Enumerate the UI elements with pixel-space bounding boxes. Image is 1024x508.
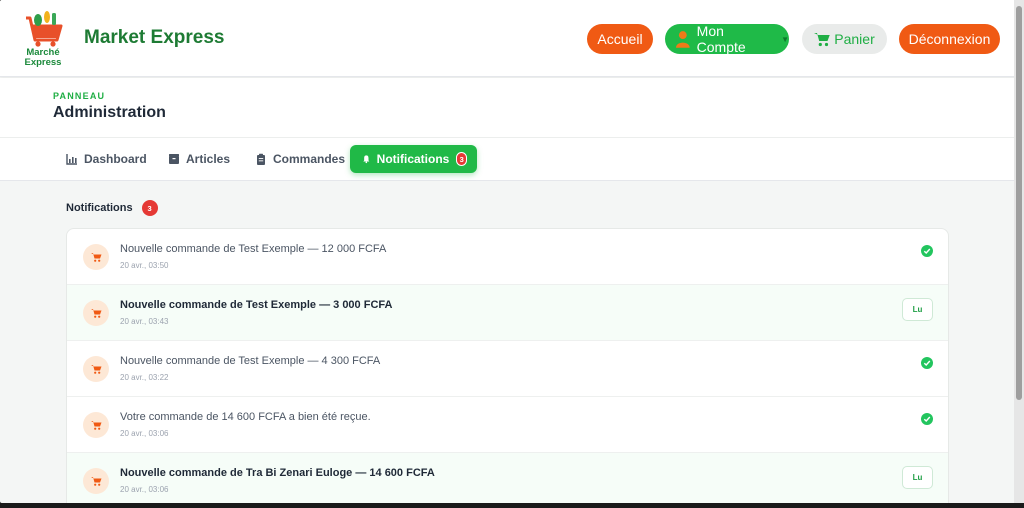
tab-notifications[interactable]: Notifications 3 — [350, 145, 477, 173]
cart-icon — [83, 468, 109, 494]
notification-item[interactable]: Nouvelle commande de Tra Bi Zenari Eulog… — [67, 453, 948, 503]
notification-message: Nouvelle commande de Test Exemple — 4 30… — [120, 355, 381, 367]
brand-name[interactable]: Market Express — [84, 27, 224, 49]
notification-message: Nouvelle commande de Tra Bi Zenari Eulog… — [120, 467, 435, 479]
notification-time: 20 avr., 03:06 — [120, 485, 169, 494]
notification-message: Nouvelle commande de Test Exemple — 3 00… — [120, 299, 393, 311]
tab-articles[interactable]: Articles — [158, 145, 240, 173]
deconnexion-button[interactable]: Déconnexion — [899, 24, 1000, 54]
mark-read-button[interactable]: Lu — [902, 466, 933, 489]
tab-commandes[interactable]: Commandes — [245, 145, 355, 173]
cart-icon — [83, 244, 109, 270]
scrollbar-thumb[interactable] — [1016, 6, 1022, 400]
tab-articles-label: Articles — [186, 152, 231, 166]
accueil-label: Accueil — [597, 31, 643, 47]
logo-text: Marché Express — [18, 48, 68, 68]
admin-tabs: Dashboard Articles Commandes Notificatio… — [0, 138, 1018, 181]
panier-button[interactable]: Panier — [802, 24, 887, 54]
notification-list: Nouvelle commande de Test Exemple — 12 0… — [66, 228, 949, 503]
notification-time: 20 avr., 03:22 — [120, 373, 169, 382]
section-count-badge: 3 — [141, 200, 158, 216]
cart-icon — [83, 356, 109, 382]
chart-icon — [66, 154, 77, 165]
logo-text-line2: Express — [24, 57, 62, 68]
notifications-section-title: Notifications 3 — [66, 200, 158, 216]
notification-message: Votre commande de 14 600 FCFA a bien été… — [120, 411, 371, 423]
chevron-down-icon: ▼ — [781, 34, 789, 44]
page-title: Administration — [53, 104, 166, 121]
tab-dashboard[interactable]: Dashboard — [56, 145, 157, 173]
cart-icon — [814, 32, 830, 46]
app-window: Marché Express Market Express Accueil Mo… — [0, 0, 1018, 503]
panel-header: PANNEAU Administration — [0, 78, 1018, 138]
notification-item[interactable]: Votre commande de 14 600 FCFA a bien été… — [67, 397, 948, 453]
window-bottom-edge — [0, 503, 1024, 508]
check-circle-icon — [921, 413, 933, 425]
panel-kicker: PANNEAU — [53, 91, 106, 101]
notification-time: 20 avr., 03:50 — [120, 261, 169, 270]
cart-icon — [83, 300, 109, 326]
tab-notifications-label: Notifications — [376, 152, 450, 166]
mon-compte-label: Mon Compte — [696, 23, 746, 55]
cart-icon — [83, 412, 109, 438]
notification-message: Nouvelle commande de Test Exemple — 12 0… — [120, 243, 387, 255]
notification-time: 20 avr., 03:43 — [120, 317, 169, 326]
accueil-button[interactable]: Accueil — [587, 24, 653, 54]
notification-time: 20 avr., 03:06 — [120, 429, 169, 438]
section-title-label: Notifications — [66, 202, 133, 214]
notification-item[interactable]: Nouvelle commande de Test Exemple — 12 0… — [67, 229, 948, 285]
notification-item[interactable]: Nouvelle commande de Test Exemple — 3 00… — [67, 285, 948, 341]
clipboard-icon — [257, 153, 265, 165]
box-icon — [169, 154, 179, 164]
bell-icon — [363, 155, 370, 164]
tab-dashboard-label: Dashboard — [84, 152, 147, 166]
top-header: Marché Express Market Express Accueil Mo… — [0, 0, 1018, 77]
mon-compte-button[interactable]: Mon Compte ▼ — [665, 23, 789, 55]
tab-commandes-label: Commandes — [273, 152, 346, 166]
mark-read-button[interactable]: Lu — [902, 298, 933, 321]
notification-count-badge: 3 — [456, 152, 467, 166]
panier-label: Panier — [834, 31, 875, 47]
user-icon — [675, 31, 690, 48]
notification-item[interactable]: Nouvelle commande de Test Exemple — 4 30… — [67, 341, 948, 397]
check-circle-icon — [921, 357, 933, 369]
deconnexion-label: Déconnexion — [908, 31, 991, 47]
vertical-scrollbar[interactable] — [1014, 0, 1024, 503]
check-circle-icon — [921, 245, 933, 257]
